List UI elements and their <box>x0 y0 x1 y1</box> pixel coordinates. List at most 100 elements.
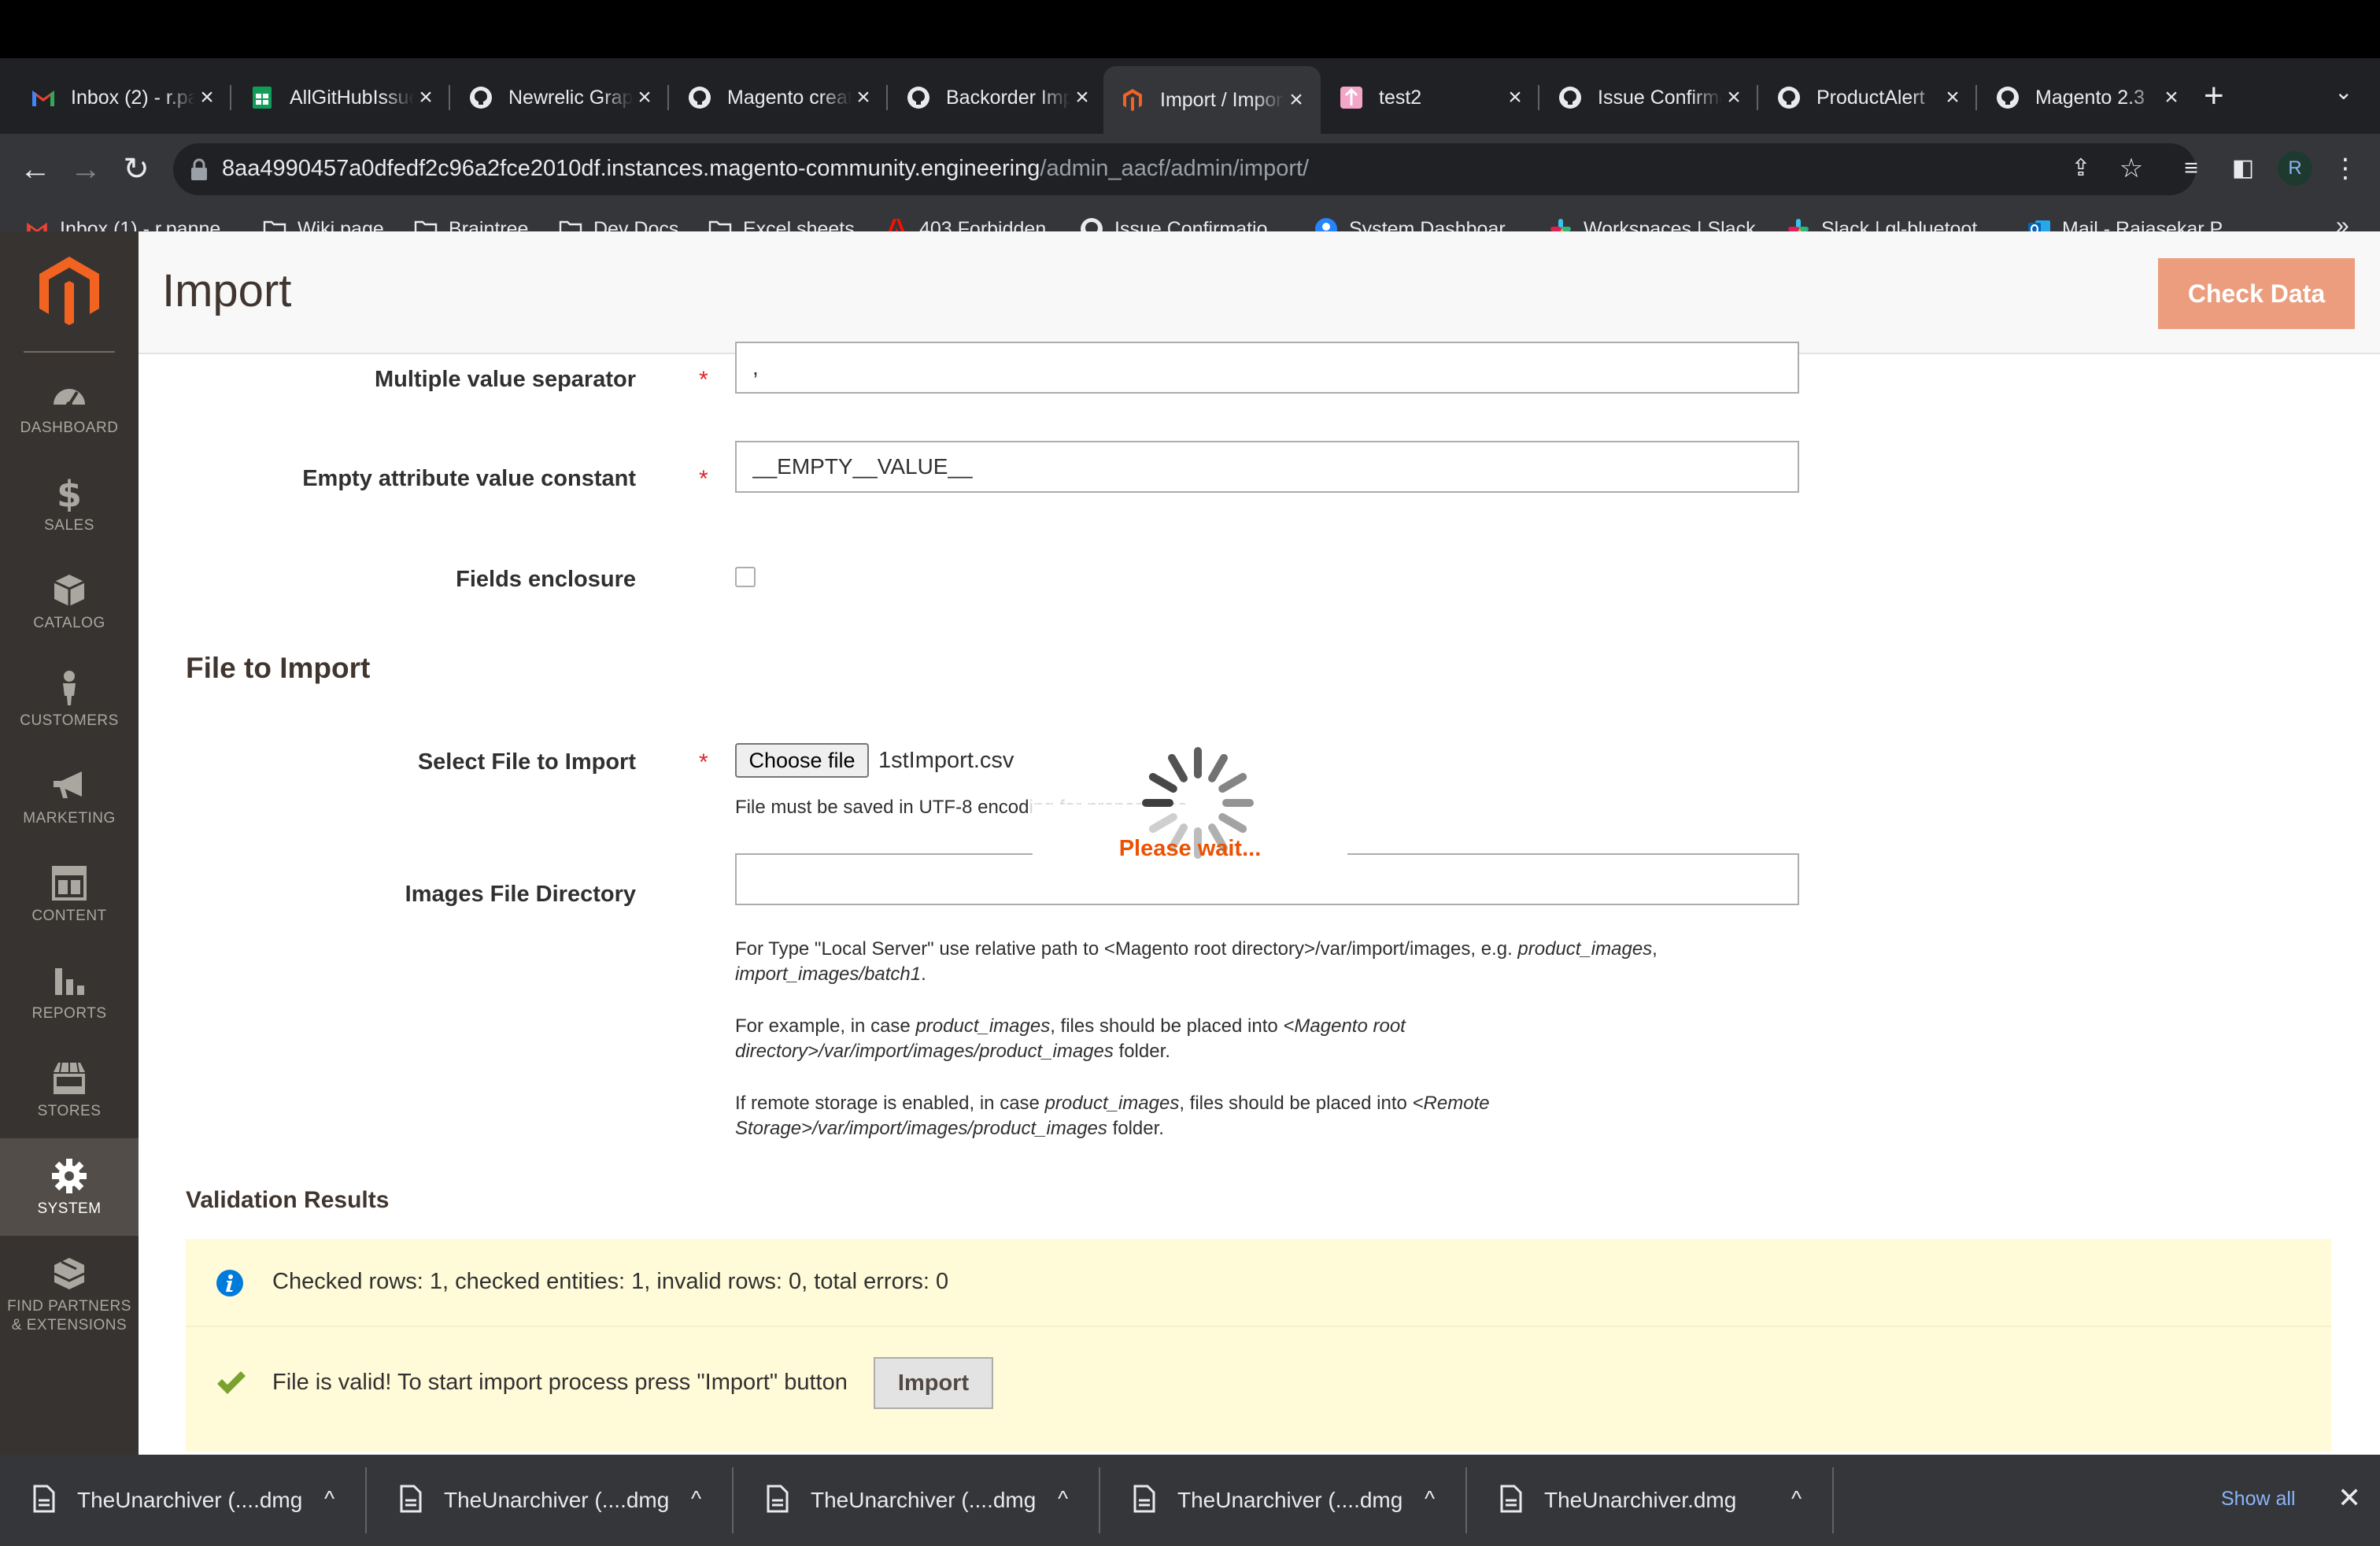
please-wait-text: Please wait... <box>1118 836 1262 861</box>
select-file-label: Select File to Import <box>417 749 636 775</box>
bookmark-star-icon[interactable]: ☆ <box>2114 151 2149 186</box>
sidebar-item-system[interactable]: SYSTEM <box>0 1138 139 1236</box>
sidebar-item-reports[interactable]: REPORTS <box>0 943 139 1041</box>
import-button[interactable]: Import <box>874 1357 993 1409</box>
tab-productalert[interactable]: ProductAlert × <box>1760 69 1977 126</box>
media-control-icon[interactable]: ≡ <box>2174 151 2208 186</box>
close-icon[interactable]: × <box>2160 84 2183 111</box>
download-filename: TheUnarchiver (....dmg <box>77 1488 303 1512</box>
sidebar-item-catalog[interactable]: CATALOG <box>0 553 139 650</box>
tab-import-active[interactable]: Import / Import × <box>1103 66 1321 134</box>
new-tab-button[interactable]: + <box>2204 76 2224 117</box>
magento-logo-icon[interactable] <box>38 255 101 326</box>
empty-attribute-value-input[interactable] <box>735 441 1799 493</box>
page-title: Import <box>162 265 292 316</box>
tab-allgithubissues[interactable]: AllGitHubIssues × <box>233 69 450 126</box>
check-data-button[interactable]: Check Data <box>2158 258 2355 329</box>
tab-magento-23[interactable]: Magento 2.3 × <box>1979 69 2196 126</box>
fields-enclosure-label: Fields enclosure <box>456 567 636 592</box>
address-bar[interactable]: 8aa4990457a0dfedf2c96a2fce2010df.instanc… <box>173 143 2196 195</box>
close-icon[interactable]: × <box>1722 84 1746 111</box>
show-all-downloads-link[interactable]: Show all <box>2221 1488 2296 1511</box>
selected-file-name: 1stImport.csv <box>878 748 1014 773</box>
download-item[interactable]: TheUnarchiver (....dmg ^ <box>734 1455 1100 1546</box>
download-item[interactable]: TheUnarchiver (....dmg ^ <box>1100 1455 1467 1546</box>
note-italic: product_images <box>1517 938 1653 960</box>
note-text: If remote storage is enabled, in case <box>735 1093 1045 1114</box>
chevron-up-icon[interactable]: ^ <box>324 1486 334 1511</box>
github-icon <box>1996 86 2020 109</box>
tab-separator <box>886 85 888 110</box>
choose-file-button[interactable]: Choose file <box>735 743 869 778</box>
download-item[interactable]: TheUnarchiver (....dmg ^ <box>367 1455 734 1546</box>
close-icon[interactable]: × <box>852 84 875 111</box>
fields-enclosure-checkbox[interactable] <box>735 567 756 587</box>
sidebar-item-marketing[interactable]: MARKETING <box>0 748 139 845</box>
note-italic: product_images <box>1044 1093 1180 1114</box>
sheets-icon <box>250 86 274 109</box>
tab-magento-create[interactable]: Magento create × <box>671 69 888 126</box>
close-icon[interactable]: × <box>633 84 656 111</box>
tab-title: test2 <box>1379 86 1422 109</box>
note-italic: product_images <box>915 1015 1051 1037</box>
sidebar-item-find-partners[interactable]: FIND PARTNERS & EXTENSIONS <box>0 1236 139 1354</box>
tab-newrelic-graph[interactable]: Newrelic Graph × <box>452 69 669 126</box>
sidebar-item-content[interactable]: CONTENT <box>0 845 139 943</box>
sidebar-item-stores[interactable]: STORES <box>0 1041 139 1138</box>
multiple-value-separator-label: Multiple value separator <box>375 367 636 392</box>
download-item[interactable]: TheUnarchiver.dmg ^ <box>1467 1455 1834 1546</box>
close-icon[interactable]: × <box>1941 84 1964 111</box>
reload-icon[interactable]: ↻ <box>116 150 156 189</box>
note-text: folder. <box>1113 1041 1170 1062</box>
github-icon <box>907 86 930 109</box>
sidebar-item-customers[interactable]: CUSTOMERS <box>0 650 139 748</box>
close-icon[interactable]: × <box>1284 87 1308 113</box>
kebab-menu-icon[interactable]: ⋮ <box>2328 151 2363 186</box>
chevron-up-icon[interactable]: ^ <box>1425 1486 1435 1511</box>
forward-arrow-icon[interactable]: → <box>66 150 105 189</box>
close-icon[interactable]: × <box>195 84 219 111</box>
sidebar-item-label: REPORTS <box>31 1005 107 1022</box>
tab-title: Import / Import <box>1160 88 1284 111</box>
github-icon <box>1777 86 1801 109</box>
chevron-up-icon[interactable]: ^ <box>1058 1486 1068 1511</box>
tab-search-chevron-icon[interactable]: ⌄ <box>2334 79 2352 105</box>
images-dir-note-example: For example, in case product_images, fil… <box>735 1014 1758 1064</box>
close-downloads-icon[interactable]: ✕ <box>2338 1481 2361 1515</box>
sidebar-item-label-line2: & EXTENSIONS <box>11 1317 128 1333</box>
back-arrow-icon[interactable]: ← <box>16 150 55 189</box>
chevron-up-icon[interactable]: ^ <box>691 1486 701 1511</box>
file-icon <box>400 1485 422 1513</box>
layout-icon <box>52 866 87 901</box>
person-icon <box>63 671 76 705</box>
download-separator <box>1832 1467 1834 1533</box>
profile-avatar[interactable]: R <box>2278 151 2312 186</box>
multiple-value-separator-input[interactable] <box>735 342 1799 394</box>
sidebar-divider <box>24 351 115 353</box>
magento-icon <box>1121 88 1144 112</box>
side-panel-icon[interactable]: ◧ <box>2226 151 2260 186</box>
chevron-up-icon[interactable]: ^ <box>1791 1486 1802 1511</box>
info-message: Checked rows: 1, checked entities: 1, in… <box>272 1269 949 1294</box>
tab-test2[interactable]: test2 × <box>1322 69 1539 126</box>
github-icon <box>469 86 493 109</box>
tab-backorder-import[interactable]: Backorder Import × <box>889 69 1107 126</box>
note-text: For example, in case <box>735 1015 916 1037</box>
close-icon[interactable]: × <box>1503 84 1527 111</box>
sidebar-item-label-line1: FIND PARTNERS <box>7 1298 131 1315</box>
tab-gmail-inbox[interactable]: Inbox (2) - r.pannerselvam@adobe.com × <box>14 69 231 126</box>
file-to-import-title: File to Import <box>186 652 371 684</box>
sidebar-item-dashboard[interactable]: DASHBOARD <box>0 357 139 455</box>
download-item[interactable]: TheUnarchiver (....dmg ^ <box>0 1455 367 1546</box>
url-text: 8aa4990457a0dfedf2c96a2fce2010df.instanc… <box>222 156 1309 182</box>
validation-messages: Checked rows: 1, checked entities: 1, in… <box>186 1239 2331 1452</box>
tab-issue-confirmation[interactable]: Issue Confirmation × <box>1541 69 1758 126</box>
share-icon[interactable]: ⇪ <box>2064 151 2098 186</box>
sidebar-item-label: MARKETING <box>23 810 116 827</box>
close-icon[interactable]: × <box>414 84 438 111</box>
import-form: Multiple value separator * Empty attribu… <box>139 342 2380 1455</box>
sidebar-item-sales[interactable]: $ SALES <box>0 455 139 553</box>
sidebar-item-label: CATALOG <box>33 615 105 631</box>
close-icon[interactable]: × <box>1070 84 1094 111</box>
note-text: . <box>921 963 926 985</box>
